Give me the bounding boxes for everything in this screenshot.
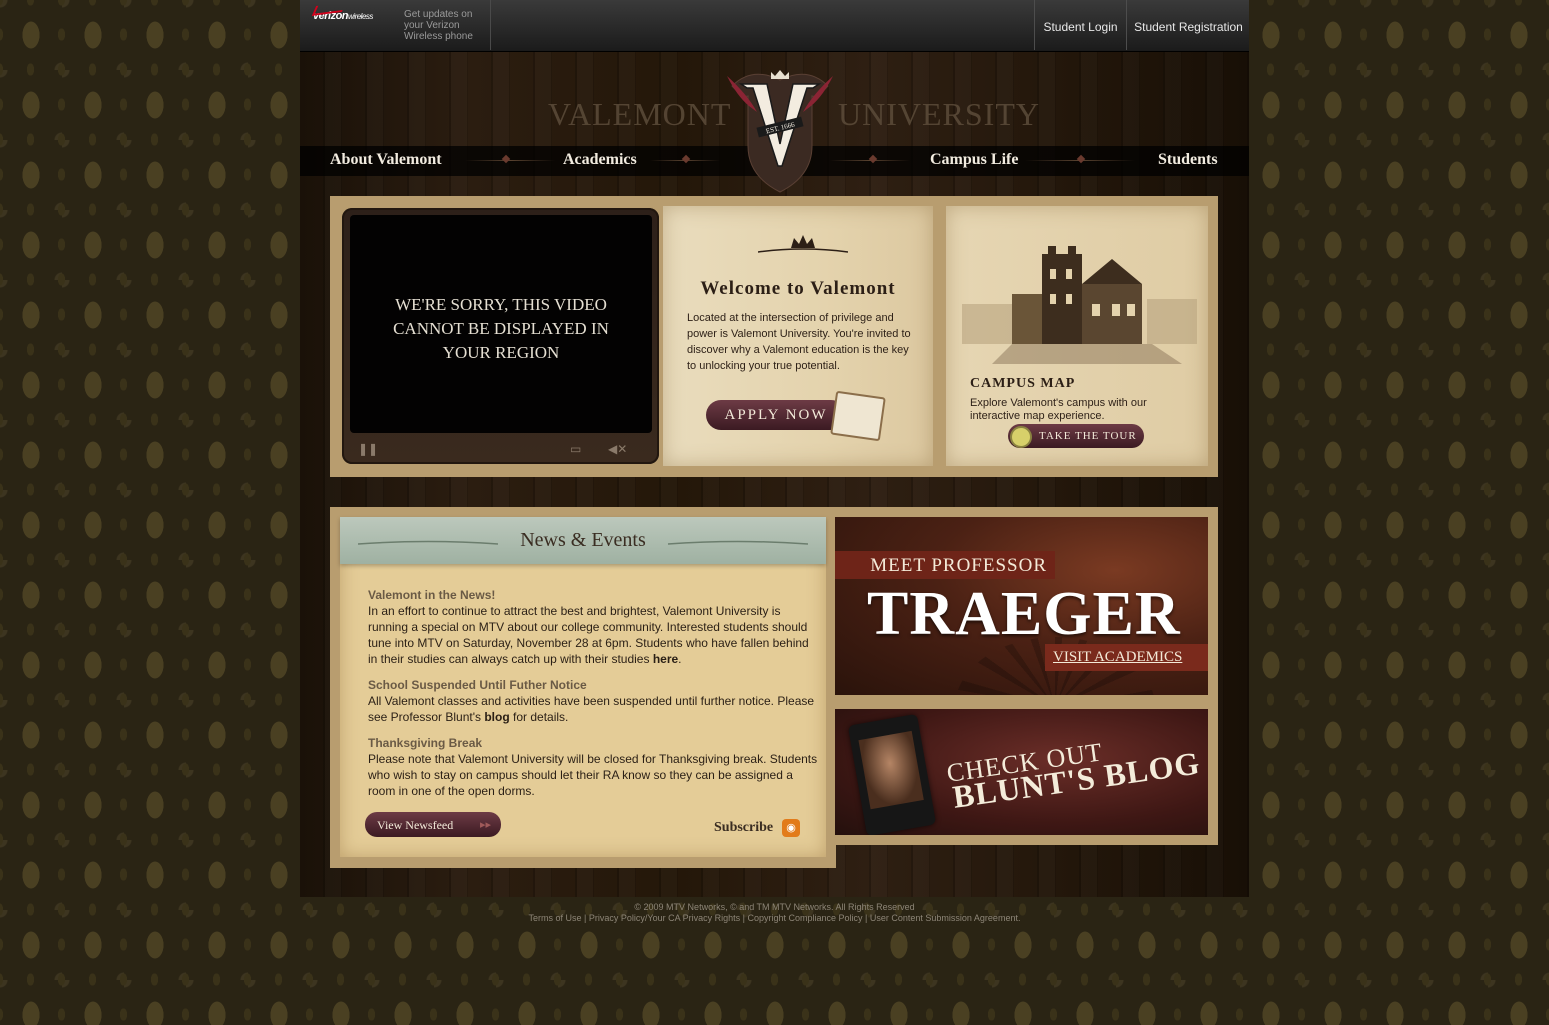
pause-icon[interactable]: ❚❚ <box>358 442 378 456</box>
book-quill-icon <box>830 390 886 442</box>
mute-icon[interactable]: ◀✕ <box>608 442 627 456</box>
blog-link[interactable]: blog <box>484 710 509 724</box>
header-title-left: VALEMONT <box>548 96 732 132</box>
news-item-heading: Thanksgiving Break <box>368 736 483 750</box>
nav-campus-life[interactable]: Campus Life <box>930 151 1018 169</box>
take-the-tour-button[interactable]: TAKE THE TOUR <box>1008 424 1144 448</box>
here-link[interactable]: here <box>653 652 678 666</box>
news-item-text: In an effort to continue to attract the … <box>368 604 809 666</box>
footer-link-ugc[interactable]: User Content Submission Agreement. <box>870 913 1021 923</box>
nav-divider <box>465 160 555 161</box>
play-magnifier-icon <box>1010 426 1032 448</box>
nav-students[interactable]: Students <box>1158 151 1218 169</box>
news-item-heading: School Suspended Until Futher Notice <box>368 678 587 692</box>
news-item-text: Please note that Valemont University wil… <box>368 752 818 798</box>
news-item: School Suspended Until Futher Notice All… <box>368 677 820 725</box>
site-container: verizonwireless Get updates on your Veri… <box>300 0 1249 897</box>
subscribe-link[interactable]: Subscribe <box>714 820 773 836</box>
news-card: News & Events Valemont in the News! In a… <box>340 517 826 857</box>
student-login-link[interactable]: Student Login <box>1034 0 1126 50</box>
footer-copyright: © 2009 MTV Networks, © and TM MTV Networ… <box>634 902 915 912</box>
news-header: News & Events <box>340 517 826 564</box>
professor-photo <box>858 730 924 810</box>
feature-panel: WE'RE SORRY, THIS VIDEO CANNOT BE DISPLA… <box>330 196 1218 477</box>
rss-icon[interactable]: ◉ <box>782 819 800 837</box>
welcome-title: Welcome to Valemont <box>700 278 896 299</box>
video-screen: WE'RE SORRY, THIS VIDEO CANNOT BE DISPLA… <box>350 215 652 433</box>
campus-map-title: CAMPUS MAP <box>970 376 1076 391</box>
promo-panel: MEET PROFESSOR TRAEGER VISIT ACADEMICS C… <box>835 507 1218 845</box>
fullscreen-icon[interactable]: ▭ <box>570 442 581 456</box>
student-registration-link[interactable]: Student Registration <box>1126 0 1250 50</box>
professor-name: TRAEGER <box>867 580 1181 648</box>
crown-ornament-icon <box>758 235 848 253</box>
video-player[interactable]: WE'RE SORRY, THIS VIDEO CANNOT BE DISPLA… <box>342 208 659 464</box>
footer-links: Terms of Use | Privacy Policy/Your CA Pr… <box>528 913 1021 923</box>
video-controls: ❚❚ ▭ ◀✕ <box>350 438 652 458</box>
campus-building-illustration <box>962 246 1197 364</box>
meet-professor-label: MEET PROFESSOR <box>835 551 1055 579</box>
news-item: Valemont in the News! In an effort to co… <box>368 587 820 667</box>
verizon-promo[interactable]: verizonwireless Get updates on your Veri… <box>300 0 491 50</box>
top-bar: verizonwireless Get updates on your Veri… <box>300 0 1249 52</box>
nav-ornament-icon <box>681 154 691 164</box>
welcome-card: Welcome to Valemont Located at the inter… <box>663 206 933 466</box>
nav-ornament-icon <box>501 154 511 164</box>
footer-link-copyright[interactable]: Copyright Compliance Policy <box>747 913 862 923</box>
footer: © 2009 MTV Networks, © and TM MTV Networ… <box>300 902 1249 924</box>
verizon-logo: verizonwireless <box>311 2 373 22</box>
nav-ornament-icon <box>868 154 878 164</box>
welcome-body: Located at the intersection of privilege… <box>687 312 911 372</box>
nav-about-valemont[interactable]: About Valemont <box>330 151 442 169</box>
take-the-tour-label: TAKE THE TOUR <box>1039 430 1137 442</box>
verizon-promo-text: Get updates on your Verizon Wireless pho… <box>404 9 473 42</box>
bluntsblog-promo[interactable]: CHECK OUT BLUNT'S BLOG <box>835 709 1208 835</box>
valemont-crest-logo[interactable]: EST. 1666 <box>727 66 833 194</box>
view-newsfeed-button[interactable]: View Newsfeed ▸▸ <box>365 812 501 837</box>
footer-link-terms[interactable]: Terms of Use <box>529 913 582 923</box>
nav-academics[interactable]: Academics <box>563 151 637 169</box>
phone-image <box>847 713 937 835</box>
news-panel: News & Events Valemont in the News! In a… <box>330 507 836 868</box>
view-newsfeed-label: View Newsfeed <box>377 818 454 832</box>
nav-ornament-icon <box>1076 154 1086 164</box>
campus-map-body: Explore Valemont's campus with our inter… <box>970 397 1147 422</box>
campus-map-card[interactable]: CAMPUS MAP Explore Valemont's campus wit… <box>946 206 1208 466</box>
meet-professor-traeger-promo[interactable]: MEET PROFESSOR TRAEGER VISIT ACADEMICS <box>835 517 1208 695</box>
footer-link-privacy[interactable]: Privacy Policy/Your CA Privacy Rights <box>589 913 740 923</box>
video-region-message: WE'RE SORRY, THIS VIDEO CANNOT BE DISPLA… <box>393 295 609 362</box>
header-title-right: UNIVERSITY <box>838 96 1040 132</box>
news-title: News & Events <box>520 529 646 551</box>
news-item: Thanksgiving Break Please note that Vale… <box>368 735 820 799</box>
news-item-text: All Valemont classes and activities have… <box>368 694 815 724</box>
apply-now-button[interactable]: APPLY NOW <box>706 400 846 430</box>
news-item-heading: Valemont in the News! <box>368 588 496 602</box>
double-arrow-icon: ▸▸ <box>479 819 491 831</box>
visit-academics-link[interactable]: VISIT ACADEMICS <box>1045 644 1208 671</box>
